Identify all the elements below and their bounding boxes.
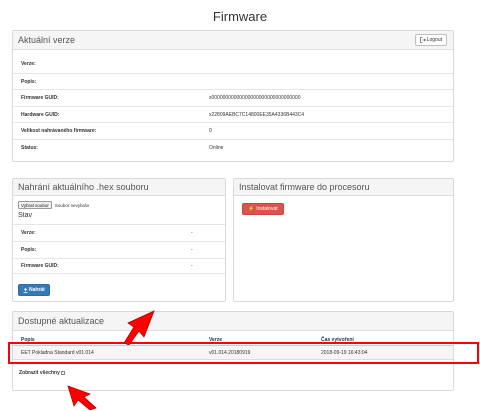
upload-label: Nahrát [29, 287, 45, 293]
show-all-label: Zobrazit všechny [19, 370, 60, 376]
stav-row-popis: Popis: - [13, 241, 225, 257]
info-label: Velikost nahrávaného firmware: [21, 127, 97, 134]
upload-header: Nahrání aktuálního .hex souboru [13, 179, 225, 196]
file-input: Vybrat soubor Soubor nevybrán [18, 201, 89, 209]
stav-label: Popis: [21, 246, 37, 253]
stav-value: - [191, 263, 193, 269]
info-label: Hardware GUID: [21, 111, 60, 118]
stav-row-verze: Verze: - [13, 224, 225, 240]
show-all-checkbox[interactable] [60, 371, 65, 375]
upload-icon [23, 287, 28, 293]
updates-header: Dostupné aktualizace [13, 312, 453, 331]
stav-row-firmware-guid: Firmware GUID: - [13, 258, 225, 274]
info-row-firmware-guid: Firmware GUID: x000000000000000000000000… [13, 89, 453, 105]
current-version-panel: Aktuální verze Logout Verze: Popis: Firm… [12, 30, 454, 162]
show-all-toggle[interactable]: Zobrazit všechny [19, 370, 65, 376]
info-label: Popis: [21, 78, 37, 85]
install-panel: Instalovat firmware do procesoru ⚡ Insta… [233, 178, 454, 302]
red-arrow-icon [67, 385, 97, 410]
info-row-hardware-guid: Hardware GUID: x22809AEBC7C14800EE35A433… [13, 106, 453, 122]
updates-title: Dostupné aktualizace [18, 316, 105, 326]
highlight-box [8, 342, 479, 364]
info-value: 0 [209, 127, 212, 134]
choose-file-button[interactable]: Vybrat soubor [18, 201, 52, 209]
upload-panel: Nahrání aktuálního .hex souboru Vybrat s… [12, 178, 226, 302]
current-version-title: Aktuální verze [18, 35, 76, 45]
info-value: x22809AEBC7C14800EE35A4336B443C4 [209, 111, 305, 118]
page-title: Firmware [212, 9, 268, 24]
install-button[interactable]: ⚡ Instalovat [242, 203, 284, 215]
install-label: Instalovat [256, 206, 278, 212]
logout-icon [420, 37, 426, 43]
stav-value: - [191, 229, 193, 236]
current-version-header: Aktuální verze Logout [13, 31, 453, 50]
logout-label: Logout [426, 37, 442, 43]
info-label: Verze: [21, 61, 36, 67]
info-row-status: Status: Online [13, 139, 453, 155]
file-status: Soubor nevybrán [54, 202, 90, 208]
info-value: x00000000000000000000000000000000 [209, 94, 301, 101]
install-title: Instalovat firmware do procesoru [239, 182, 370, 192]
stav-value: - [191, 246, 193, 253]
red-arrow-icon [123, 310, 155, 345]
info-row-verze: Verze: [13, 56, 453, 72]
info-row-popis: Popis: [13, 73, 453, 89]
upload-button[interactable]: Nahrát [18, 284, 50, 296]
install-header: Instalovat firmware do procesoru [234, 179, 453, 196]
stav-label: Firmware GUID: [21, 263, 59, 269]
stav-label: Verze: [21, 229, 36, 236]
logout-button[interactable]: Logout [414, 34, 447, 46]
stav-heading: Stav [18, 212, 33, 219]
flash-icon: ⚡ [248, 206, 255, 212]
upload-title: Nahrání aktuálního .hex souboru [18, 182, 149, 192]
info-row-firmware-size: Velikost nahrávaného firmware: 0 [13, 122, 453, 138]
info-value: Online [209, 144, 224, 151]
info-label: Firmware GUID: [21, 94, 59, 101]
info-label: Status: [21, 144, 38, 151]
